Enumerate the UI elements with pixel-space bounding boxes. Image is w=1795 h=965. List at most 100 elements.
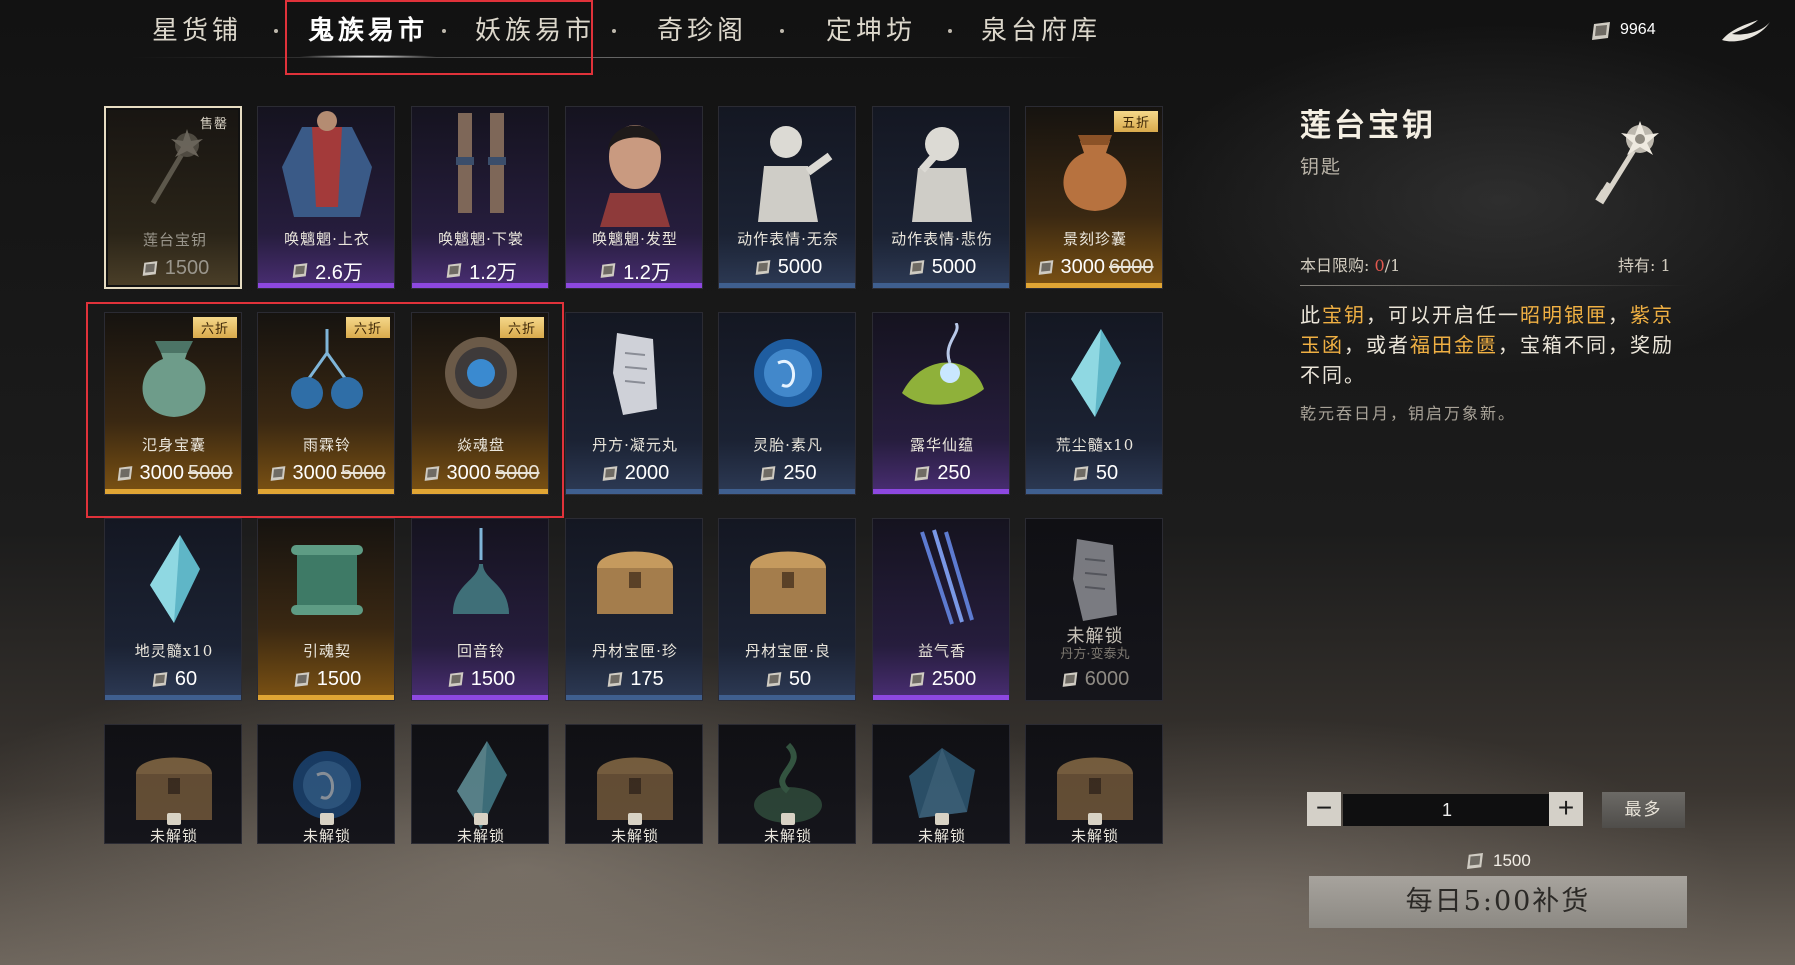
daily-limit-label: 本日限购:	[1300, 256, 1375, 275]
item-price: 250	[873, 462, 1009, 485]
chest-icon	[719, 519, 855, 639]
crystal-icon	[105, 519, 241, 639]
back-swirl-icon[interactable]	[1718, 14, 1774, 48]
item-price-value: 1500	[164, 257, 210, 279]
shop-item-card[interactable]: 地灵髓x10 60	[104, 518, 242, 701]
owned-count: 持有: 1	[1618, 256, 1671, 275]
shop-item-card[interactable]: 未解锁	[718, 724, 856, 844]
shop-item-card[interactable]: 未解锁 丹方·变泰丸 6000	[1025, 518, 1163, 701]
shop-item-card[interactable]: 六折 焱魂盘 3000 5000	[411, 312, 549, 495]
shop-item-card[interactable]: 益气香 2500	[872, 518, 1010, 701]
shop-item-card[interactable]: 回音铃 1500	[411, 518, 549, 701]
shop-item-card[interactable]: 六折 雨霖铃 3000 5000	[257, 312, 395, 495]
item-name: 氾身宝囊	[141, 436, 206, 454]
lock-icon	[781, 813, 795, 825]
currency-icon	[765, 671, 785, 688]
shop-item-card[interactable]: 唤魑魍·发型 1.2万	[565, 106, 703, 289]
item-name: 唤魑魍·上衣	[284, 230, 370, 248]
shop-item-card[interactable]: 未解锁	[1025, 724, 1163, 844]
rarity-bar	[1026, 489, 1162, 494]
shop-item-card[interactable]: 未解锁	[411, 724, 549, 844]
item-original-price: 5000	[341, 462, 386, 484]
item-name: 未解锁	[917, 827, 966, 844]
daily-limit-used: 0	[1374, 256, 1385, 275]
rarity-bar	[258, 489, 394, 494]
shop-item-card[interactable]: 未解锁	[257, 724, 395, 844]
rarity-bar	[566, 283, 702, 288]
max-button[interactable]: 最多	[1602, 792, 1685, 828]
currency-icon	[913, 465, 933, 482]
key-icon	[1585, 115, 1665, 215]
item-price: 1500	[258, 668, 394, 691]
rarity-bar	[873, 695, 1009, 700]
nav-separator-dot	[442, 29, 446, 33]
item-name: 景刻珍囊	[1062, 230, 1127, 248]
currency-icon	[759, 465, 779, 482]
shop-item-card[interactable]: 灵胎·素凡 250	[718, 312, 856, 495]
item-name: 动作表情·悲伤	[891, 230, 993, 248]
tab-dingkun-workshop[interactable]: 定坤坊	[826, 10, 916, 52]
shop-item-card[interactable]: 丹材宝匣·珍 175	[565, 518, 703, 701]
shop-item-card[interactable]: 唤魑魍·下裳 1.2万	[411, 106, 549, 289]
total-price-value: 1500	[1493, 851, 1531, 870]
currency-icon	[116, 465, 136, 482]
item-price-value: 50	[1095, 462, 1119, 484]
item-price-value: 1.2万	[623, 262, 671, 284]
item-price-value: 175	[630, 668, 664, 690]
tab-quantai-vault[interactable]: 泉台府库	[981, 10, 1101, 52]
rarity-bar	[412, 283, 548, 288]
incense-icon	[873, 519, 1009, 639]
currency-icon	[293, 671, 313, 688]
rarity-bar	[719, 489, 855, 494]
restock-button[interactable]: 每日5:00补货	[1309, 876, 1687, 928]
shop-item-card[interactable]: 未解锁	[104, 724, 242, 844]
discount-badge: 六折	[192, 317, 237, 338]
recipe-scroll-icon	[566, 313, 702, 433]
rarity-bar	[105, 489, 241, 494]
shop-item-card[interactable]: 丹方·凝元丸 2000	[565, 312, 703, 495]
tab-ghost-market[interactable]: 鬼族易市	[297, 10, 439, 58]
item-price: 5000	[873, 256, 1009, 279]
item-price: 2500	[873, 668, 1009, 691]
item-price-value: 5000	[931, 256, 977, 278]
item-price-value: 3000	[139, 462, 185, 484]
highlighted-term: 宝钥	[1322, 303, 1366, 327]
currency-icon	[445, 262, 465, 279]
shop-item-card[interactable]: 唤魑魍·上衣 2.6万	[257, 106, 395, 289]
lock-icon	[628, 813, 642, 825]
item-name: 丹方·凝元丸	[592, 436, 678, 454]
item-price-value: 1500	[470, 668, 516, 690]
quantity-input[interactable]	[1343, 794, 1551, 826]
item-price-value: 5000	[777, 256, 823, 278]
item-price-value: 2000	[624, 462, 670, 484]
tab-treasure-pavilion[interactable]: 奇珍阁	[657, 10, 747, 52]
description-text: ，	[1608, 303, 1630, 327]
shop-item-card[interactable]: 五折 景刻珍囊 3000 6000	[1025, 106, 1163, 289]
shop-item-card[interactable]: 引魂契 1500	[257, 518, 395, 701]
shop-item-card[interactable]: 露华仙蕴 250	[872, 312, 1010, 495]
item-name: 莲台宝钥	[142, 231, 207, 249]
item-original-price: 5000	[495, 462, 540, 484]
shop-item-card[interactable]: 丹材宝匣·良 50	[718, 518, 856, 701]
item-name: 雨霖铃	[302, 436, 351, 454]
item-price: 1500	[412, 668, 548, 691]
item-price: 1500	[106, 257, 240, 280]
shop-item-card[interactable]: 售罄 莲台宝钥 1500	[104, 106, 242, 289]
shop-item-card[interactable]: 动作表情·悲伤 5000	[872, 106, 1010, 289]
shop-item-card[interactable]: 动作表情·无奈 5000	[718, 106, 856, 289]
decrease-button[interactable]: −	[1307, 792, 1341, 826]
item-name: 丹材宝匣·良	[745, 642, 831, 660]
tab-demon-market[interactable]: 妖族易市	[475, 10, 595, 52]
detail-title: 莲台宝钥	[1300, 108, 1436, 144]
shop-item-card[interactable]: 未解锁	[872, 724, 1010, 844]
increase-button[interactable]: +	[1549, 792, 1583, 826]
shop-item-card[interactable]: 六折 氾身宝囊 3000 5000	[104, 312, 242, 495]
item-price: 3000 6000	[1026, 256, 1162, 279]
item-price-value: 3000	[292, 462, 338, 484]
item-price: 2.6万	[258, 256, 394, 285]
shop-item-card[interactable]: 未解锁	[565, 724, 703, 844]
shop-item-card[interactable]: 荒尘髓x10 50	[1025, 312, 1163, 495]
tab-star-shop[interactable]: 星货铺	[152, 10, 242, 52]
item-price-value: 3000	[446, 462, 492, 484]
lock-icon	[935, 813, 949, 825]
